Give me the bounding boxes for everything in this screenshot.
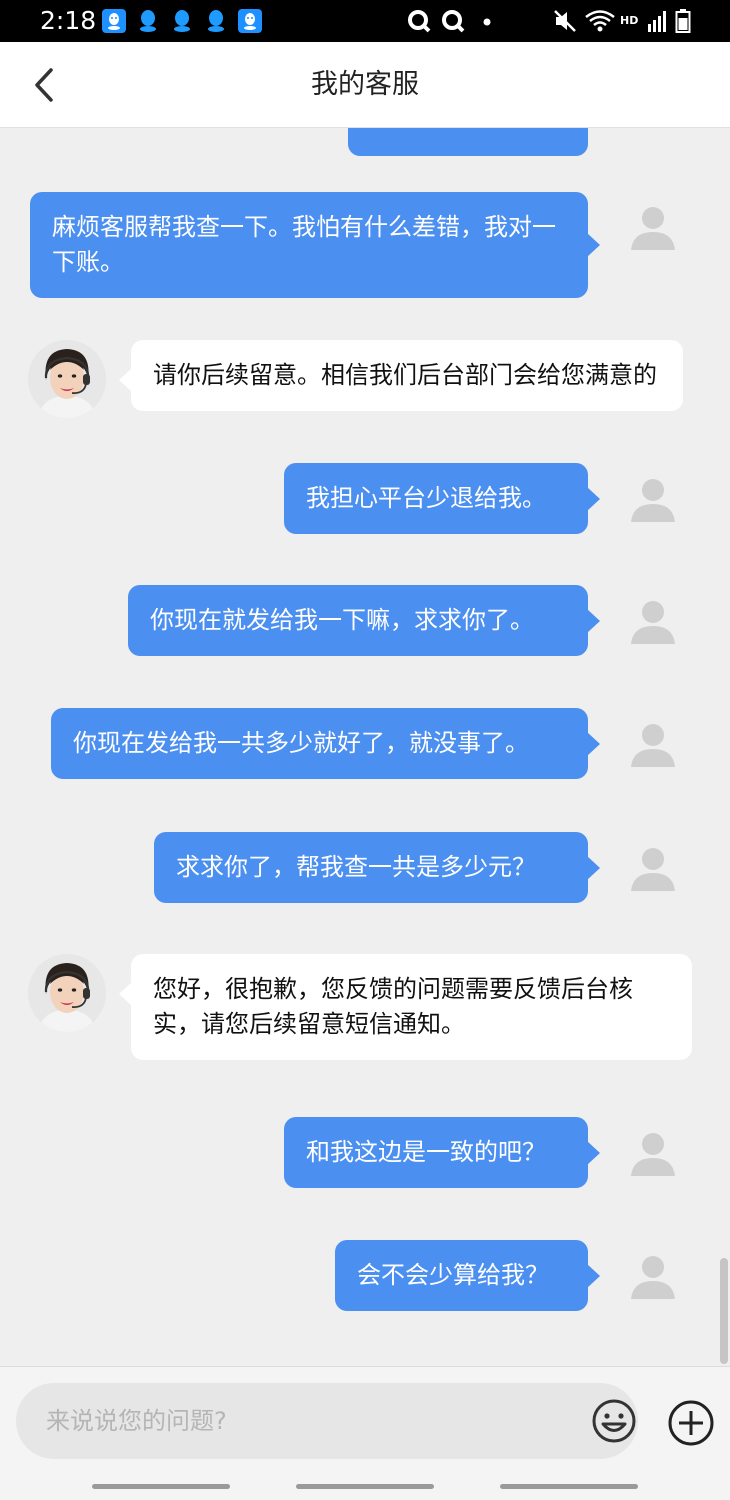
message-bubble-user[interactable]: 会不会少算给我？	[335, 1240, 600, 1311]
qq-icon	[102, 9, 126, 33]
qq-icon	[136, 9, 160, 33]
message-text: 麻烦客服帮我查一下。我怕有什么差错，我对一下账。	[52, 213, 556, 276]
message-input[interactable]: 来说说您的问题?	[16, 1383, 638, 1459]
status-time: 2:18	[40, 6, 97, 35]
message-text: 会不会少算给我？	[357, 1261, 549, 1289]
message-bubble-user[interactable]: 你现在发给我一共多少就好了，就没事了。	[51, 708, 600, 779]
bubble-tail	[587, 486, 600, 511]
gesture-bar	[0, 1472, 730, 1500]
chevron-left-icon	[35, 68, 53, 102]
agent-avatar[interactable]	[28, 954, 106, 1032]
message-bubble-user[interactable]: 你现在就发给我一下嘛，求求你了。	[128, 585, 600, 656]
bubble-tail	[587, 1263, 600, 1288]
message-text: 你现在就发给我一下嘛，求求你了。	[150, 606, 534, 634]
user-avatar[interactable]	[629, 476, 677, 524]
input-placeholder: 来说说您的问题?	[46, 1407, 227, 1435]
message-text: 和我这边是一致的吧？	[306, 1138, 546, 1166]
message-text: 请你后续留意。相信我们后台部门会给您满意的	[153, 361, 657, 389]
plus-circle-icon	[668, 1400, 714, 1446]
gesture-pill	[296, 1484, 434, 1489]
back-button[interactable]	[24, 62, 64, 108]
q-circle-icon	[440, 8, 466, 38]
mute-icon	[552, 8, 578, 38]
user-avatar[interactable]	[629, 1130, 677, 1178]
message-text: 您好，很抱歉，您反馈的问题需要反馈后台核实，请您后续留意短信通知。	[153, 975, 633, 1038]
hd-label: HD	[620, 14, 639, 27]
user-silhouette-icon	[631, 479, 675, 522]
user-silhouette-icon	[631, 207, 675, 250]
smiley-icon	[592, 1399, 636, 1443]
user-silhouette-icon	[631, 1256, 675, 1299]
user-silhouette-icon	[631, 601, 675, 644]
wifi-icon	[584, 8, 616, 38]
user-avatar[interactable]	[629, 204, 677, 252]
signal-icon	[646, 8, 670, 38]
bubble-tail	[119, 982, 132, 1006]
message-bubble-user[interactable]: 我担心平台少退给我。	[284, 463, 600, 534]
agent-portrait-icon	[28, 340, 106, 418]
message-text: 求求你了，帮我查一共是多少元？	[176, 853, 536, 881]
user-avatar[interactable]	[629, 721, 677, 769]
qq-icon	[170, 9, 194, 33]
bubble-tail	[587, 233, 600, 257]
emoji-button[interactable]	[590, 1397, 638, 1445]
user-silhouette-icon	[631, 848, 675, 891]
qq-icon	[204, 9, 228, 33]
user-silhouette-icon	[631, 724, 675, 767]
message-bubble-user[interactable]: 和我这边是一致的吧？	[284, 1117, 600, 1188]
bubble-tail	[587, 608, 600, 633]
battery-icon	[674, 8, 692, 38]
input-bar: 来说说您的问题?	[0, 1366, 730, 1472]
user-avatar[interactable]	[629, 845, 677, 893]
gesture-pill	[500, 1484, 638, 1489]
scrollbar-thumb[interactable]	[720, 1258, 728, 1364]
status-app-icons	[102, 9, 272, 33]
agent-portrait-icon	[28, 954, 106, 1032]
nav-bar: 我的客服	[0, 42, 730, 128]
user-avatar[interactable]	[629, 1253, 677, 1301]
message-bubble-user[interactable]: 求求你了，帮我查一共是多少元？	[154, 832, 600, 903]
gesture-pill	[92, 1484, 230, 1489]
message-bubble-user[interactable]	[348, 128, 588, 156]
bubble-tail	[587, 731, 600, 756]
dot-icon	[482, 8, 492, 38]
q-circle-icon	[406, 8, 432, 38]
status-right-icons: HD	[406, 8, 706, 36]
bubble-tail	[587, 1140, 600, 1165]
message-bubble-agent[interactable]: 您好，很抱歉，您反馈的问题需要反馈后台核实，请您后续留意短信通知。	[119, 954, 692, 1060]
user-avatar[interactable]	[629, 598, 677, 646]
page-title: 我的客服	[311, 69, 419, 100]
message-bubble-user[interactable]: 麻烦客服帮我查一下。我怕有什么差错，我对一下账。	[30, 192, 600, 298]
bubble-tail	[119, 368, 132, 392]
plus-button[interactable]	[666, 1398, 716, 1448]
message-bubble-agent[interactable]: 请你后续留意。相信我们后台部门会给您满意的	[119, 340, 683, 411]
qq-icon	[238, 9, 262, 33]
agent-avatar[interactable]	[28, 340, 106, 418]
bubble-tail	[587, 855, 600, 880]
message-text: 我担心平台少退给我。	[306, 484, 546, 512]
status-bar: 2:18 HD	[0, 0, 730, 42]
user-silhouette-icon	[631, 1133, 675, 1176]
chat-area[interactable]: 麻烦客服帮我查一下。我怕有什么差错，我对一下账。 请你后续留意。相信我们后台部门…	[0, 128, 730, 1366]
message-text: 你现在发给我一共多少就好了，就没事了。	[73, 729, 529, 757]
